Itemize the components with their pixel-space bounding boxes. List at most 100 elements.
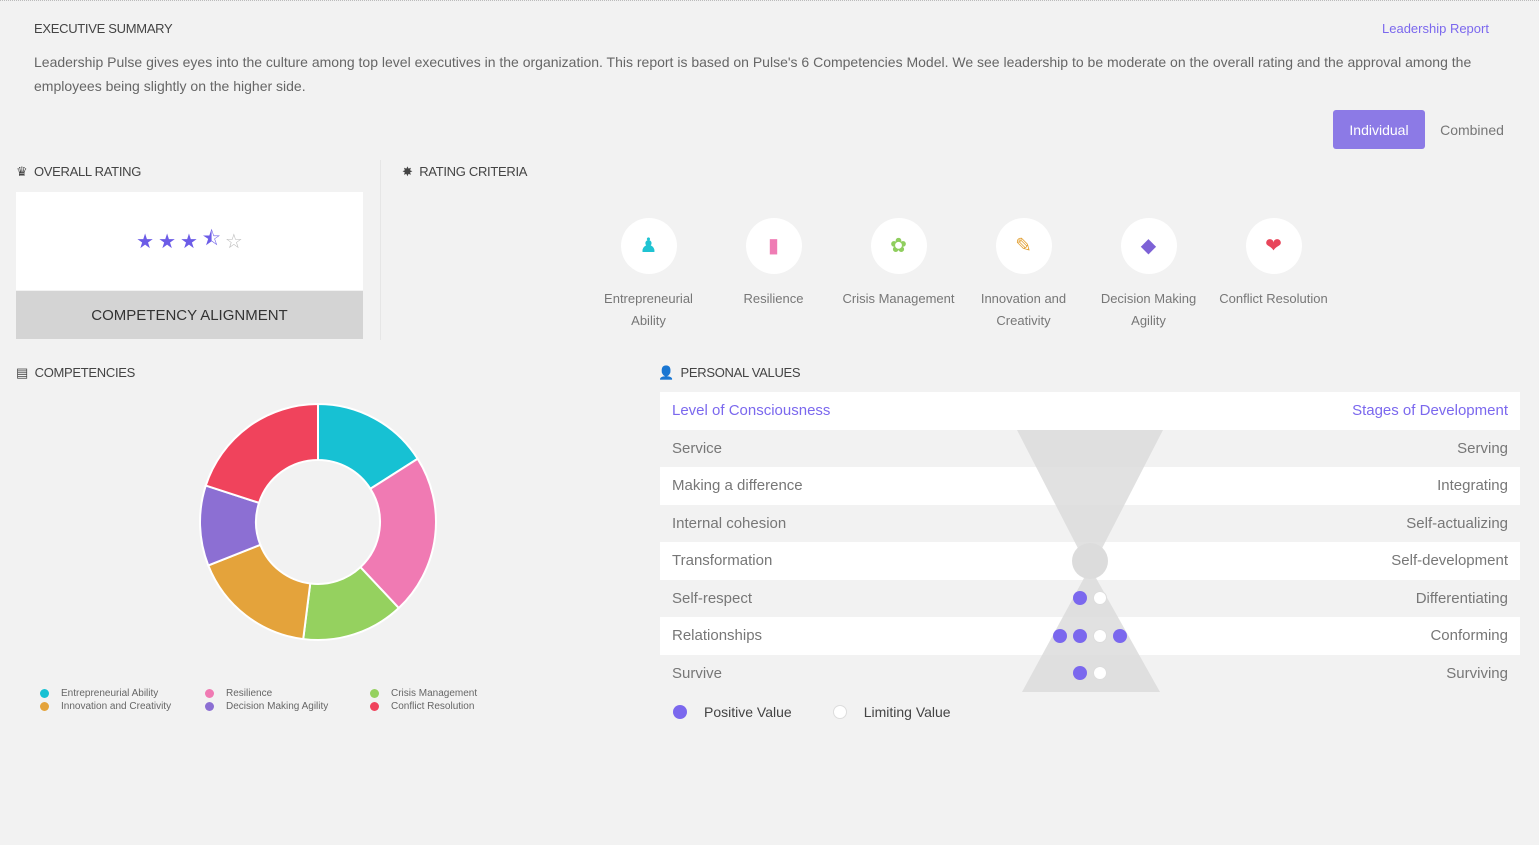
star-icon: ★: [158, 230, 177, 253]
individual-button[interactable]: Individual: [1333, 110, 1425, 149]
legend-item[interactable]: Resilience: [205, 688, 370, 699]
rating-criteria-title: RATING CRITERIA: [419, 164, 528, 179]
development-stage: Self-actualizing: [1406, 514, 1508, 532]
personal-value-row: Internal cohesion Self-actualizing: [660, 505, 1520, 543]
competencies-donut-chart: [199, 402, 437, 641]
legend-swatch: [370, 701, 379, 711]
limiting-value-label: Limiting Value: [863, 704, 951, 720]
donut-slice-conflict-resolution[interactable]: [204, 402, 319, 505]
criteria-label: Innovation and Creativity: [980, 291, 1067, 328]
consciousness-level: Service: [672, 439, 723, 457]
criteria-item[interactable]: ♟ Entrepreneurial Ability: [586, 218, 711, 332]
stages-of-development-heading: Stages of Development: [1352, 402, 1508, 420]
legend-swatch: [370, 688, 379, 698]
positive-value-dot[interactable]: [1073, 666, 1087, 681]
criteria-item[interactable]: ✎ Innovation and Creativity: [961, 218, 1086, 332]
consciousness-level: Survive: [672, 664, 723, 682]
legend-item[interactable]: Innovation and Creativity: [40, 701, 205, 712]
legend-label: Resilience: [226, 688, 273, 699]
criteria-label: Decision Making Agility: [1100, 291, 1197, 328]
personal-value-row: Transformation Self-development: [660, 542, 1520, 580]
consciousness-level: Relationships: [672, 627, 763, 645]
legend-label: Conflict Resolution: [391, 701, 475, 712]
diamond-icon: ◆: [1120, 218, 1177, 274]
legend-item[interactable]: Entrepreneurial Ability: [40, 688, 205, 699]
legend-label: Decision Making Agility: [226, 701, 329, 712]
personal-value-row: Self-respect Differentiating: [660, 580, 1520, 618]
limiting-value-dot[interactable]: [1093, 628, 1107, 643]
consciousness-level: Making a difference: [672, 477, 803, 495]
development-stage: Self-development: [1391, 552, 1508, 570]
consciousness-level: Internal cohesion: [672, 514, 787, 532]
handshake-icon: ❤: [1245, 218, 1302, 274]
trophy-icon: ♛: [16, 164, 28, 179]
star-icon: ⯪: [201, 228, 221, 250]
overall-rating-header: ♛ OVERALL RATING: [16, 164, 141, 180]
competency-alignment-bar[interactable]: COMPETENCY ALIGNMENT: [16, 291, 363, 339]
legend-label: Innovation and Creativity: [61, 701, 172, 712]
legend-item[interactable]: Crisis Management: [370, 688, 500, 699]
competencies-title: COMPETENCIES: [34, 365, 136, 380]
legend-label: Crisis Management: [391, 688, 478, 699]
legend-swatch: [205, 688, 214, 698]
clipboard-icon: ▤: [16, 365, 28, 380]
development-stage: Differentiating: [1415, 589, 1508, 607]
star-icon: ★: [180, 230, 198, 253]
combined-button[interactable]: Combined: [1432, 110, 1512, 149]
legend-item[interactable]: Decision Making Agility: [205, 701, 370, 712]
competencies-header: ▤ COMPETENCIES: [16, 365, 135, 381]
pencil-icon: ✎: [995, 218, 1052, 274]
personal-values-table: Level of Consciousness Stages of Develop…: [660, 392, 1520, 692]
criteria-item[interactable]: ▮ Resilience: [711, 218, 836, 310]
legend-swatch: [205, 701, 214, 711]
limiting-value-dot[interactable]: [1093, 666, 1107, 681]
criteria-label: Resilience: [743, 291, 804, 306]
person-icon: ♟: [620, 218, 677, 274]
personal-value-row: Making a difference Integrating: [660, 467, 1520, 505]
positive-value-dot[interactable]: [1113, 628, 1127, 643]
personal-values-table-header: Level of Consciousness Stages of Develop…: [660, 392, 1520, 430]
criteria-item[interactable]: ◆ Decision Making Agility: [1086, 218, 1211, 332]
personal-value-row: Service Serving: [660, 430, 1520, 468]
personal-value-row: Survive Surviving: [660, 655, 1520, 693]
star-rating: ★ ★ ★ ⯪ ☆: [16, 192, 363, 290]
positive-value-dot[interactable]: [1073, 591, 1087, 606]
development-stage: Conforming: [1430, 627, 1508, 645]
consciousness-level: Self-respect: [672, 589, 753, 607]
positive-value-dot[interactable]: [1073, 628, 1087, 643]
chart-legend: Entrepreneurial Ability Resilience Crisis …: [40, 688, 500, 712]
gear-icon: ✿: [870, 218, 927, 274]
personal-value-row: Relationships Conforming: [660, 617, 1520, 655]
gear-icon: ✸: [402, 164, 413, 179]
development-stage: Surviving: [1446, 664, 1508, 682]
development-stage: Integrating: [1437, 477, 1508, 495]
positive-value-marker: [673, 705, 687, 719]
summary-text: Leadership Pulse gives eyes into the cul…: [34, 54, 1472, 94]
star-icon: ☆: [224, 230, 243, 253]
consciousness-level: Transformation: [672, 552, 773, 570]
legend-swatch: [40, 688, 49, 698]
leadership-report-link[interactable]: Leadership Report: [1382, 21, 1489, 36]
legend-item[interactable]: Conflict Resolution: [370, 701, 500, 712]
criteria-item[interactable]: ❤ Conflict Resolution: [1211, 218, 1336, 310]
personal-values-title: PERSONAL VALUES: [680, 365, 801, 380]
star-icon: ★: [136, 230, 155, 253]
criteria-label: Crisis Management: [842, 291, 955, 306]
executive-summary-title: EXECUTIVE SUMMARY: [34, 21, 173, 36]
user-icon: 👤: [658, 365, 674, 380]
overall-rating-title: OVERALL RATING: [33, 164, 142, 179]
personal-values-legend: Positive Value Limiting Value: [670, 704, 951, 720]
development-stage: Serving: [1457, 439, 1508, 457]
battery-icon: ▮: [745, 218, 802, 274]
positive-value-dot[interactable]: [1053, 628, 1067, 643]
divider: [380, 160, 381, 340]
limiting-value-dot[interactable]: [1093, 591, 1107, 606]
rating-criteria-header: ✸ RATING CRITERIA: [402, 164, 527, 180]
level-of-consciousness-heading: Level of Consciousness: [672, 402, 831, 420]
positive-value-label: Positive Value: [704, 704, 792, 720]
criteria-label: Entrepreneurial Ability: [604, 291, 693, 328]
criteria-item[interactable]: ✿ Crisis Management: [836, 218, 961, 310]
criteria-label: Conflict Resolution: [1219, 291, 1328, 306]
top-divider: [0, 0, 1539, 1]
personal-values-header: 👤 PERSONAL VALUES: [658, 365, 801, 381]
